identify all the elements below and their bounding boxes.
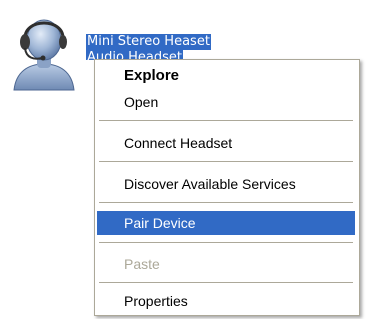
menu-separator: [99, 282, 353, 283]
headset-icon[interactable]: [6, 12, 80, 92]
device-name: Mini Stereo Heaset: [86, 34, 211, 50]
menu-separator: [99, 161, 353, 162]
menu-item-paste: Paste: [124, 256, 160, 272]
menu-item-explore[interactable]: Explore: [97, 64, 355, 88]
menu-item-connect-headset[interactable]: Connect Headset: [97, 131, 355, 155]
device-label[interactable]: Mini Stereo Heaset Audio Headset: [86, 34, 211, 60]
menu-item-pair-device[interactable]: Pair Device: [97, 211, 355, 235]
menu-item-open[interactable]: Open: [97, 90, 355, 114]
menu-separator: [99, 202, 353, 203]
menu-item-properties[interactable]: Properties: [97, 289, 355, 313]
menu-separator: [99, 242, 353, 243]
context-menu: Explore Open Connect Headset Discover Av…: [94, 59, 360, 316]
menu-separator: [99, 120, 353, 121]
menu-item-discover-services[interactable]: Discover Available Services: [97, 172, 355, 196]
